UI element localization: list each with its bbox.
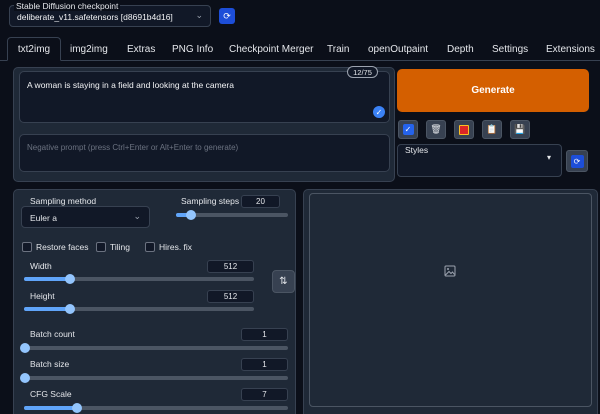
negative-prompt-input[interactable] xyxy=(19,134,390,172)
tab-extensions[interactable]: Extensions xyxy=(546,37,595,61)
restore-faces-checkbox[interactable] xyxy=(22,242,32,252)
batch-count-label: Batch count xyxy=(30,329,75,339)
slider-handle[interactable] xyxy=(65,274,75,284)
extra-networks-button[interactable] xyxy=(454,120,474,139)
save-icon: 💾 xyxy=(514,124,526,134)
height-fill xyxy=(24,307,70,311)
batch-size-slider[interactable] xyxy=(20,373,288,383)
styles-refresh-button[interactable]: ⟳ xyxy=(566,150,588,172)
hires-fix-checkbox[interactable] xyxy=(145,242,155,252)
prompt-input[interactable] xyxy=(19,71,390,123)
batch-count-input[interactable]: 1 xyxy=(241,328,288,341)
height-slider[interactable] xyxy=(24,304,254,314)
batch-size-input[interactable]: 1 xyxy=(241,358,288,371)
sampling-method-value: Euler a xyxy=(30,213,57,223)
tab-depth[interactable]: Depth xyxy=(447,37,474,61)
tiling-label: Tiling xyxy=(110,242,130,252)
slider-handle[interactable] xyxy=(20,373,30,383)
swap-dimensions-button[interactable]: ⇅ xyxy=(272,270,295,293)
width-label: Width xyxy=(30,261,52,271)
cfg-scale-fill xyxy=(24,406,77,410)
token-counter: 12/75 xyxy=(347,66,378,78)
tab-img2img[interactable]: img2img xyxy=(70,37,108,61)
checkpoint-refresh-button[interactable]: ⟳ xyxy=(219,8,235,24)
tab-txt2img[interactable]: txt2img xyxy=(7,37,61,61)
tab-bar: txt2img img2img Extras PNG Info Checkpoi… xyxy=(0,37,600,61)
tab-checkpoint-merger[interactable]: Checkpoint Merger xyxy=(229,37,313,61)
clipboard-button[interactable]: 📋 xyxy=(482,120,502,139)
batch-size-label: Batch size xyxy=(30,359,70,369)
width-input[interactable]: 512 xyxy=(207,260,254,273)
checkbox-tool-button[interactable]: ✓ xyxy=(398,120,418,139)
hires-fix-label: Hires. fix xyxy=(159,242,193,252)
height-input[interactable]: 512 xyxy=(207,290,254,303)
prompt-text: A woman is staying in a field and lookin… xyxy=(27,80,234,90)
clipboard-icon: 📋 xyxy=(486,124,498,134)
batch-count-slider[interactable] xyxy=(20,343,288,353)
sampling-steps-slider[interactable] xyxy=(176,210,288,220)
sampling-steps-label: Sampling steps xyxy=(181,196,240,206)
trash-icon: 🗑 xyxy=(430,124,442,134)
tab-openoutpaint[interactable]: openOutpaint xyxy=(368,37,428,61)
chevron-down-icon: ⌄ xyxy=(195,10,203,20)
restore-faces-label: Restore faces xyxy=(36,242,89,252)
output-gallery xyxy=(309,193,592,407)
refresh-icon: ⟳ xyxy=(570,154,584,168)
slider-handle[interactable] xyxy=(65,304,75,314)
sampling-method-select[interactable]: Euler a ⌄ xyxy=(21,206,150,228)
slider-handle[interactable] xyxy=(20,343,30,353)
tiling-checkbox[interactable] xyxy=(96,242,106,252)
check-icon: ✓ xyxy=(373,106,385,118)
negative-prompt-placeholder: Negative prompt (press Ctrl+Enter or Alt… xyxy=(27,143,239,152)
swap-arrows-icon: ⇅ xyxy=(279,276,288,287)
cfg-scale-input[interactable]: 7 xyxy=(241,388,288,401)
tab-train[interactable]: Train xyxy=(327,37,349,61)
height-label: Height xyxy=(30,291,55,301)
cfg-scale-label: CFG Scale xyxy=(30,389,72,399)
checkpoint-label: Stable Diffusion checkpoint xyxy=(14,1,121,11)
save-style-button[interactable]: 💾 xyxy=(510,120,530,139)
chevron-down-icon: ▾ xyxy=(547,153,552,162)
width-fill xyxy=(24,277,70,281)
checkpoint-value: deliberate_v11.safetensors [d8691b4d16] xyxy=(17,12,173,22)
tab-settings[interactable]: Settings xyxy=(492,37,528,61)
slider-handle[interactable] xyxy=(185,210,196,220)
chevron-down-icon: ⌄ xyxy=(133,211,141,221)
width-slider[interactable] xyxy=(24,274,254,284)
cfg-scale-slider[interactable] xyxy=(24,403,288,413)
checkbox-icon: ✓ xyxy=(402,124,414,135)
trash-button[interactable]: 🗑 xyxy=(426,120,446,139)
tab-extras[interactable]: Extras xyxy=(127,37,155,61)
sampling-steps-input[interactable]: 20 xyxy=(241,195,280,208)
slider-handle[interactable] xyxy=(71,403,82,413)
refresh-icon: ⟳ xyxy=(223,10,231,21)
red-square-icon xyxy=(459,124,469,135)
generate-button[interactable]: Generate xyxy=(397,69,589,112)
styles-label: Styles xyxy=(405,145,429,155)
image-icon xyxy=(444,265,456,277)
sampling-method-label: Sampling method xyxy=(30,196,97,206)
tab-png-info[interactable]: PNG Info xyxy=(172,37,213,61)
